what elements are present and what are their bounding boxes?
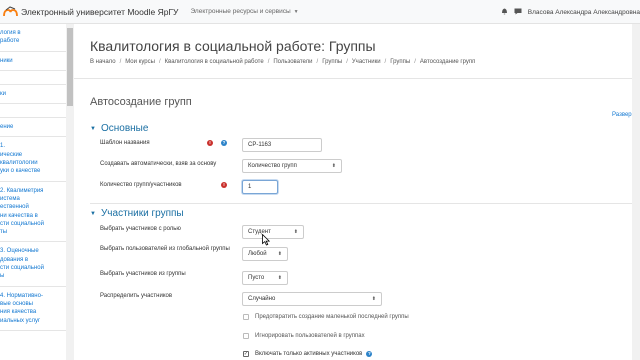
drawer-item[interactable]: 4. Нормативно- вые основы ния качества и…	[0, 287, 73, 331]
nav-drawer: логия в работе ники ки ение 1. ические квали…	[0, 24, 74, 360]
active-only-checkbox[interactable]: ✓ Включать только активных участников ?	[243, 351, 373, 357]
breadcrumb-item[interactable]: Мои курсы	[125, 59, 155, 65]
site-brand[interactable]: Электронный университет Moodle ЯрГУ	[21, 7, 178, 17]
breadcrumb-item[interactable]: Участники	[352, 59, 381, 65]
cohort-label: Выбрать пользователей из глобальной груп…	[100, 246, 230, 252]
moodle-logo-icon[interactable]	[2, 5, 18, 19]
create-by-label: Создавать автоматически, взяв за основу	[100, 161, 217, 167]
section-divider	[90, 203, 640, 204]
drawer-item[interactable]: ки	[0, 85, 73, 105]
naming-scheme-label: Шаблон названия	[100, 140, 150, 146]
collapse-triangle-icon: ▼	[90, 125, 96, 132]
drawer-item[interactable]: 2. Квалиметрия истема ественной ни качес…	[0, 182, 73, 243]
mouse-cursor-icon	[262, 234, 270, 246]
help-icon[interactable]: ?	[366, 351, 373, 357]
chevron-down-icon: ⬍	[293, 229, 298, 235]
active-only-label: Включать только активных участников	[255, 351, 363, 357]
breadcrumb-item[interactable]: В начало	[90, 59, 116, 65]
notingroup-label: Игнорировать пользователей в группах	[255, 333, 365, 339]
chevron-down-icon: ▼	[293, 8, 299, 15]
required-icon: !	[207, 140, 213, 146]
grouping-value: Пусто	[248, 275, 265, 281]
chevron-down-icon: ⬍	[331, 163, 336, 169]
naming-scheme-input[interactable]: СР-1163	[242, 138, 322, 152]
required-icon: !	[221, 182, 227, 188]
user-menu[interactable]: Власова Александра Александровна	[528, 9, 640, 16]
top-navbar: Электронный университет Moodle ЯрГУ Элек…	[0, 0, 640, 24]
bell-icon[interactable]	[501, 7, 508, 17]
main-content: Квалитология в социальной работе: Группы…	[74, 24, 640, 360]
chevron-down-icon: ⬍	[277, 275, 282, 281]
cohort-select[interactable]: Любой ⬍	[242, 247, 288, 261]
drawer-item[interactable]: логия в работе	[0, 24, 73, 52]
cohort-value: Любой	[248, 251, 267, 257]
drawer-scrollbar[interactable]	[66, 24, 74, 360]
help-icon[interactable]: ?	[221, 140, 227, 146]
drawer-list: логия в работе ники ки ение 1. ические квали…	[0, 24, 73, 331]
drawer-item[interactable]: 3. Оценочные дования в сти социальной ы	[0, 242, 73, 287]
breadcrumb-separator: /	[267, 59, 270, 65]
page-title: Квалитология в социальной работе: Группы	[90, 38, 376, 54]
role-select[interactable]: Студент ⬍	[242, 225, 304, 239]
drawer-item[interactable]: ники	[0, 52, 73, 71]
grouping-select[interactable]: Пусто ⬍	[242, 271, 288, 285]
nosmall-checkbox[interactable]: Предотвратить создание маленькой последн…	[243, 314, 409, 320]
resources-menu-label: Электронные ресурсы и сервисы	[190, 8, 291, 15]
breadcrumb: В начало / Мои курсы / Квалитология в социал…	[90, 59, 475, 65]
grouping-label: Выбрать участников из группы	[100, 271, 186, 277]
active-only-checkbox-box[interactable]: ✓	[243, 351, 249, 357]
header-divider	[74, 78, 640, 79]
members-legend: Участники группы	[100, 208, 184, 219]
breadcrumb-item[interactable]: Группы	[322, 59, 342, 65]
allocate-label: Распределить участников	[100, 293, 173, 299]
breadcrumb-item[interactable]: Группы	[390, 59, 410, 65]
general-section-toggle[interactable]: ▼ Основные	[90, 123, 148, 134]
resources-menu[interactable]: Электронные ресурсы и сервисы ▼	[190, 8, 298, 15]
role-label: Выбрать участников с ролью	[100, 226, 181, 232]
breadcrumb-separator: /	[346, 59, 348, 65]
breadcrumb-separator: /	[316, 59, 319, 65]
notingroup-checkbox-box[interactable]	[243, 333, 249, 339]
count-input[interactable]: 1	[242, 180, 278, 194]
allocate-select[interactable]: Случайно ⬍	[242, 292, 382, 306]
breadcrumb-item: Автосоздание групп	[419, 59, 476, 65]
page-scrollbar[interactable]	[632, 24, 640, 360]
count-label: Количество групп/участников	[100, 182, 182, 188]
create-by-value: Количество групп	[248, 163, 297, 169]
members-section-toggle[interactable]: ▼ Участники группы	[90, 208, 184, 219]
nosmall-checkbox-box[interactable]	[243, 314, 249, 320]
drawer-item[interactable]	[0, 104, 73, 119]
general-legend: Основные	[100, 123, 149, 134]
chevron-down-icon: ⬍	[277, 251, 282, 257]
allocate-value: Случайно	[248, 296, 276, 302]
breadcrumb-separator: /	[119, 59, 122, 65]
drawer-scrollbar-thumb[interactable]	[67, 28, 73, 106]
chevron-down-icon: ⬍	[371, 296, 376, 302]
navbar-right: Власова Александра Александровна	[501, 0, 640, 24]
notingroup-checkbox[interactable]: Игнорировать пользователей в группах	[243, 333, 365, 339]
breadcrumb-separator: /	[158, 59, 161, 65]
nosmall-label: Предотвратить создание маленькой последн…	[255, 314, 409, 320]
chat-icon[interactable]	[514, 8, 522, 17]
breadcrumb-separator: /	[384, 59, 387, 65]
drawer-item[interactable]: 1. ические квалитологии уки о качестве	[0, 137, 73, 182]
breadcrumb-item[interactable]: Квалитология в социальной работе	[165, 59, 264, 65]
collapse-triangle-icon: ▼	[90, 210, 96, 217]
breadcrumb-separator: /	[414, 59, 416, 65]
breadcrumb-item[interactable]: Пользователи	[273, 59, 312, 65]
drawer-item[interactable]: ение	[0, 118, 73, 138]
section-title: Автосоздание групп	[90, 96, 192, 108]
drawer-item[interactable]	[0, 71, 73, 85]
create-by-select[interactable]: Количество групп ⬍	[242, 159, 342, 173]
